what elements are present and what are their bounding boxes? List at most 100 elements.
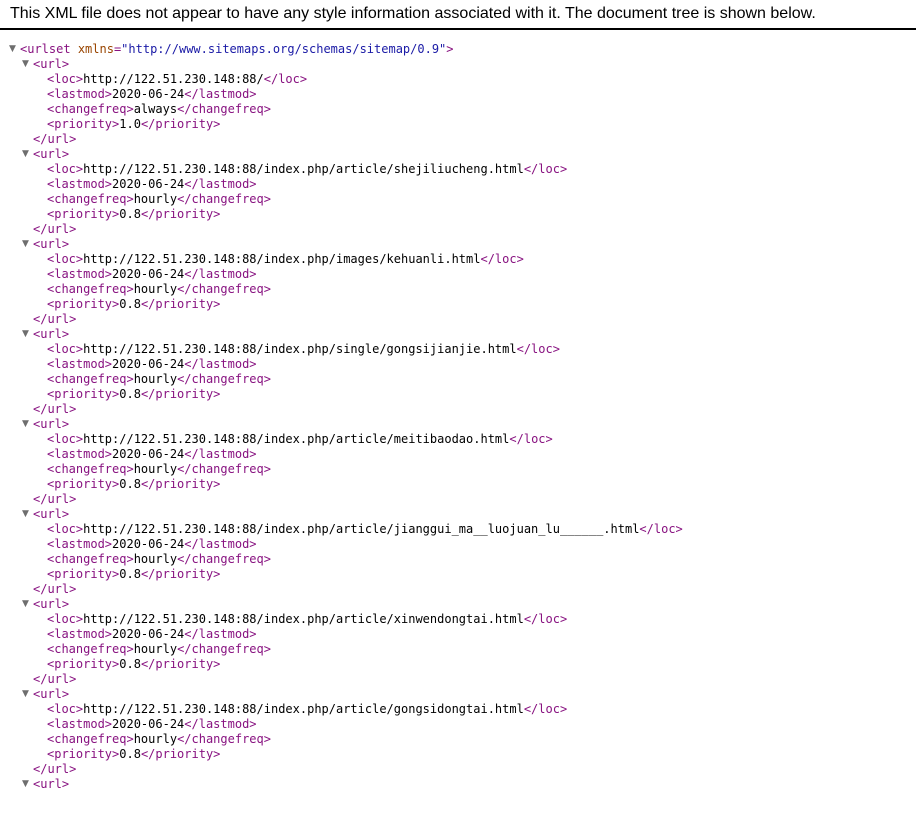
lastmod-open-tag: <lastmod> [47,267,113,281]
url-open-tag: <url> [33,417,70,431]
url-open-line: ▼ <url> [0,507,916,522]
priority-element: <priority>0.8</priority> [0,747,916,762]
url-collapse-toggle-icon[interactable]: ▼ [22,57,32,72]
changefreq-value: hourly [133,372,178,386]
lastmod-open-tag: <lastmod> [47,177,113,191]
url-entry: ▼ <url> <loc>http://122.51.230.148:88/inde… [0,597,916,687]
loc-element: <loc>http://122.51.230.148:88/index.php/… [0,522,916,537]
lastmod-element: <lastmod>2020-06-24</lastmod> [0,537,916,552]
url-open-line: ▼ <url> [0,147,916,162]
priority-open-tag: <priority> [47,477,120,491]
changefreq-open-tag: <changefreq> [47,192,134,206]
lastmod-close-tag: </lastmod> [184,87,257,101]
xmlns-attr-name: xmlns [77,42,114,56]
url-collapse-toggle-icon[interactable]: ▼ [22,507,32,522]
lastmod-close-tag: </lastmod> [184,627,257,641]
priority-open-tag: <priority> [47,297,120,311]
url-entry: ▼ <url> <loc>http://122.51.230.148:88/inde… [0,507,916,597]
changefreq-element: <changefreq>always</changefreq> [0,102,916,117]
lastmod-value: 2020-06-24 [112,267,185,281]
url-close-tag: </url> [33,492,77,506]
url-open-tag: <url> [33,147,70,161]
url-collapse-toggle-icon[interactable]: ▼ [22,687,32,702]
priority-element: <priority>0.8</priority> [0,477,916,492]
changefreq-close-tag: </changefreq> [177,642,271,656]
loc-value: http://122.51.230.148:88/index.php/image… [83,252,481,266]
url-close-line: </url> [0,132,916,147]
changefreq-value: hourly [133,552,178,566]
changefreq-element: <changefreq>hourly</changefreq> [0,732,916,747]
priority-open-tag: <priority> [47,657,120,671]
lastmod-open-tag: <lastmod> [47,447,113,461]
changefreq-open-tag: <changefreq> [47,372,134,386]
changefreq-value: always [133,102,178,116]
url-close-line: </url> [0,672,916,687]
changefreq-close-tag: </changefreq> [177,192,271,206]
lastmod-open-tag: <lastmod> [47,717,113,731]
loc-value: http://122.51.230.148:88/ [83,72,264,86]
url-collapse-toggle-icon[interactable]: ▼ [22,597,32,612]
changefreq-open-tag: <changefreq> [47,552,134,566]
lastmod-element: <lastmod>2020-06-24</lastmod> [0,447,916,462]
changefreq-close-tag: </changefreq> [177,552,271,566]
changefreq-value: hourly [133,732,178,746]
priority-element: <priority>0.8</priority> [0,567,916,582]
lastmod-close-tag: </lastmod> [184,717,257,731]
url-collapse-toggle-icon[interactable]: ▼ [22,777,32,792]
lastmod-close-tag: </lastmod> [184,447,257,461]
url-collapse-toggle-icon[interactable]: ▼ [22,237,32,252]
no-style-info-message: This XML file does not appear to have an… [10,5,816,22]
url-close-tag: </url> [33,672,77,686]
lastmod-value: 2020-06-24 [112,537,185,551]
loc-open-tag: <loc> [47,702,84,716]
url-list: ▼ <url> <loc>http://122.51.230.148:88/</lo… [0,57,916,777]
url-open-tag: <url> [33,777,70,791]
changefreq-close-tag: </changefreq> [177,102,271,116]
loc-close-tag: </loc> [523,702,568,716]
lastmod-open-tag: <lastmod> [47,87,113,101]
priority-open-tag: <priority> [47,207,120,221]
lastmod-open-tag: <lastmod> [47,537,113,551]
url-close-line: </url> [0,762,916,777]
priority-element: <priority>0.8</priority> [0,297,916,312]
url-entry: ▼ <url> <loc>http://122.51.230.148:88/inde… [0,237,916,327]
loc-value: http://122.51.230.148:88/index.php/artic… [83,702,524,716]
priority-open-tag: <priority> [47,387,120,401]
url-close-tag: </url> [33,312,77,326]
url-close-tag: </url> [33,762,77,776]
url-open-line: ▼ <url> [0,687,916,702]
lastmod-element: <lastmod>2020-06-24</lastmod> [0,177,916,192]
url-collapse-toggle-icon[interactable]: ▼ [22,327,32,342]
loc-element: <loc>http://122.51.230.148:88/index.php/… [0,432,916,447]
changefreq-element: <changefreq>hourly</changefreq> [0,372,916,387]
priority-value: 0.8 [119,657,141,671]
priority-value: 0.8 [119,747,141,761]
xml-document-tree: ▼ <urlset xmlns="http://www.sitemaps.org… [0,42,916,792]
priority-value: 0.8 [119,387,141,401]
changefreq-value: hourly [133,192,178,206]
changefreq-element: <changefreq>hourly</changefreq> [0,552,916,567]
url-close-line: </url> [0,222,916,237]
url-open-line: ▼ <url> [0,237,916,252]
url-open-tag: <url> [33,327,70,341]
url-close-line: </url> [0,492,916,507]
priority-value: 0.8 [119,477,141,491]
url-collapse-toggle-icon[interactable]: ▼ [22,417,32,432]
loc-value: http://122.51.230.148:88/index.php/artic… [83,612,524,626]
loc-close-tag: </loc> [639,522,683,536]
url-entry: ▼ <url> <loc>http://122.51.230.148:88/inde… [0,147,916,237]
lastmod-close-tag: </lastmod> [184,537,257,551]
changefreq-element: <changefreq>hourly</changefreq> [0,282,916,297]
lastmod-element: <lastmod>2020-06-24</lastmod> [0,717,916,732]
urlset-collapse-toggle-icon[interactable]: ▼ [9,42,19,57]
url-collapse-toggle-icon[interactable]: ▼ [22,147,32,162]
url-open-line: ▼ <url> [0,417,916,432]
priority-value: 0.8 [119,207,141,221]
url-close-tag: </url> [33,222,77,236]
priority-close-tag: </priority> [140,297,221,311]
url-close-line: </url> [0,402,916,417]
changefreq-close-tag: </changefreq> [177,372,271,386]
changefreq-element: <changefreq>hourly</changefreq> [0,192,916,207]
loc-value: http://122.51.230.148:88/index.php/artic… [83,432,510,446]
xmlns-attr-value: "http://www.sitemaps.org/schemas/sitemap… [121,42,447,56]
